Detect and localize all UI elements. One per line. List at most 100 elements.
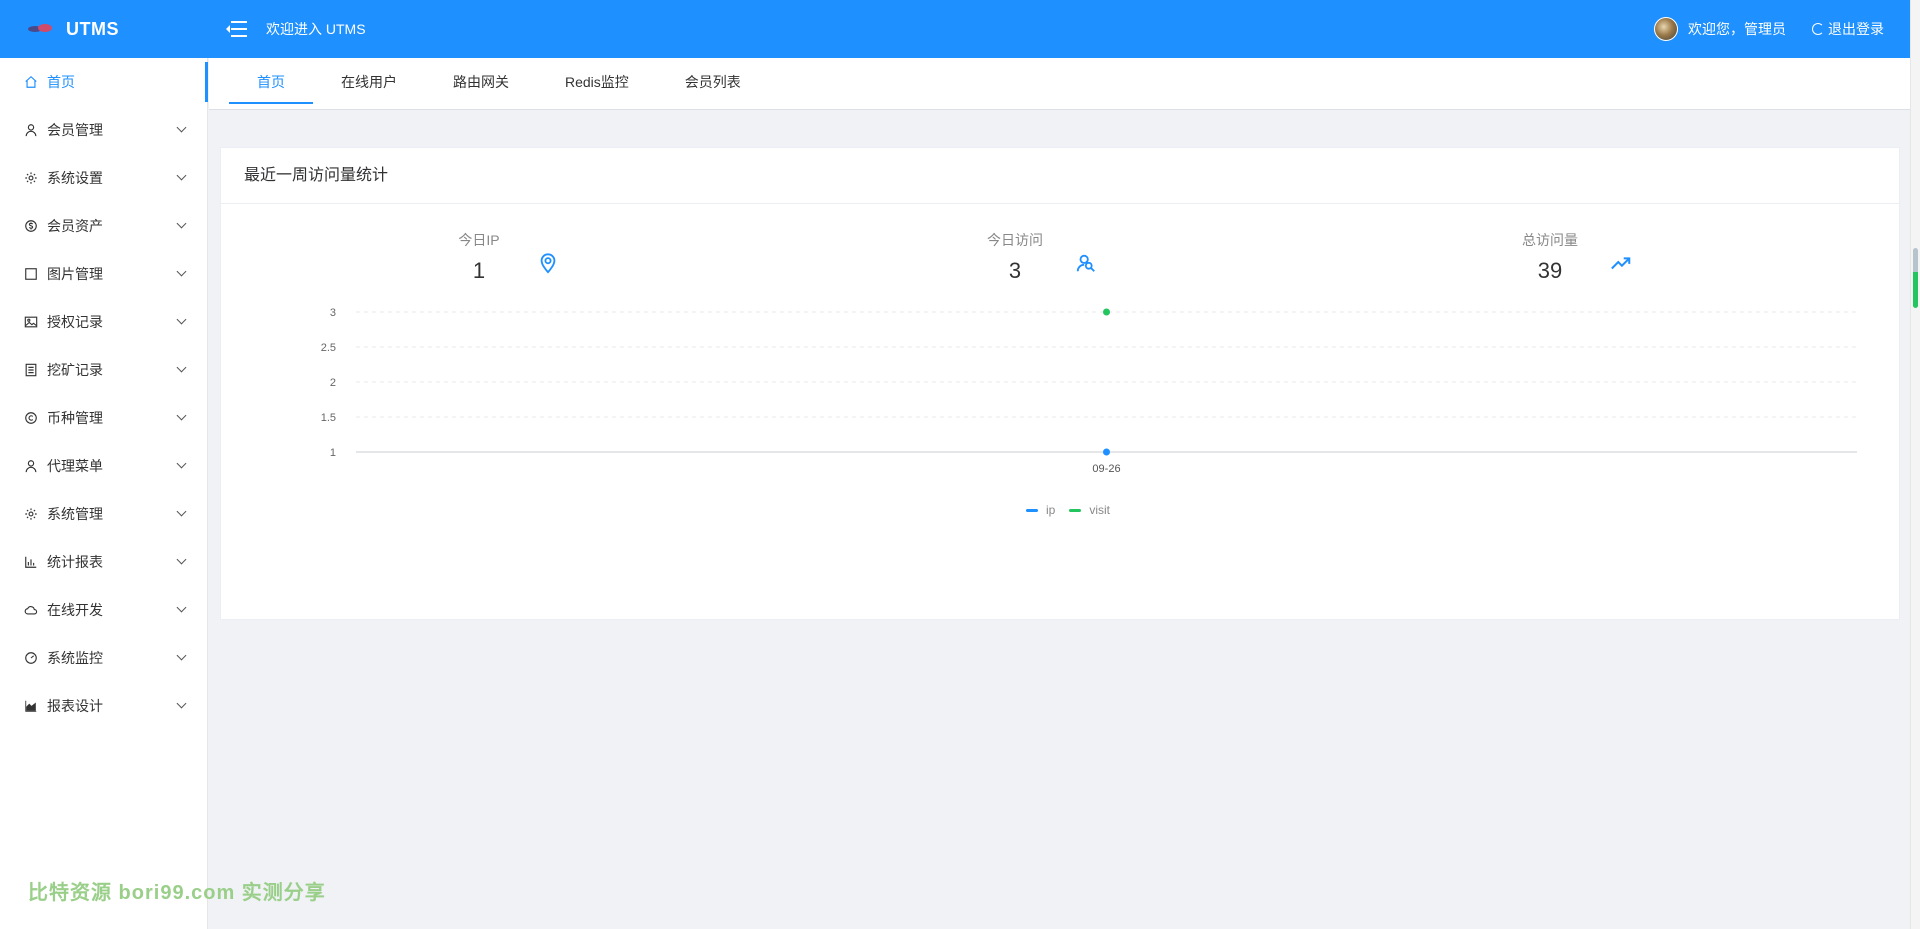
user-icon: [24, 459, 38, 473]
sidebar-item-8[interactable]: 代理菜单: [0, 442, 207, 490]
legend-swatch: [1069, 508, 1082, 512]
logout-label: 退出登录: [1828, 21, 1884, 37]
visit-stats-card: 最近一周访问量统计 今日IP 1 今日访问 3 总访问量 39 1 1.5 2 2.5…: [220, 147, 1900, 620]
sidebar-item-label: 系统监控: [47, 650, 103, 666]
tab-1[interactable]: 在线用户: [313, 58, 425, 110]
sidebar-item-7[interactable]: 币种管理: [0, 394, 207, 442]
sidebar-item-label: 系统设置: [47, 170, 103, 186]
sidebar-item-5[interactable]: 授权记录: [0, 298, 207, 346]
visits-chart: 1 1.5 2 2.5 3 09-26: [321, 308, 1857, 475]
watermark: 比特资源 bori99.com 实测分享: [28, 882, 326, 904]
logo-icon: [28, 24, 52, 34]
tab-4[interactable]: 会员列表: [657, 58, 769, 110]
welcome-banner: 欢迎进入 UTMS: [266, 21, 366, 37]
app-name: UTMS: [66, 18, 119, 39]
square-icon: [24, 267, 38, 281]
top-header: UTMS 欢迎进入 UTMS 欢迎您，管理员 退出登录: [0, 0, 1910, 58]
stat-value: 3: [1008, 258, 1022, 283]
chevron-down-icon: [176, 602, 187, 613]
sidebar-item-3[interactable]: 会员资产: [0, 202, 207, 250]
sidebar-item-6[interactable]: 挖矿记录: [0, 346, 207, 394]
stat-label: 今日访问: [987, 232, 1043, 248]
sidebar-item-label: 会员资产: [47, 218, 103, 234]
tab-bar: 首页 在线用户 路由网关 Redis监控 会员列表: [209, 58, 1910, 110]
y-tick-label: 2: [330, 377, 336, 389]
sidebar-item-9[interactable]: 系统管理: [0, 490, 207, 538]
sidebar-item-1[interactable]: 会员管理: [0, 106, 207, 154]
sidebar-item-label: 代理菜单: [47, 458, 103, 474]
card-title: 最近一周访问量统计: [221, 148, 1899, 204]
trend-up-icon: [1610, 252, 1632, 274]
stat-total-visits: 总访问量 39: [1500, 230, 1700, 284]
sidebar-item-4[interactable]: 图片管理: [0, 250, 207, 298]
sidebar-item-label: 币种管理: [47, 410, 103, 426]
users-icon: [1075, 252, 1097, 274]
legend-item-visit[interactable]: visit: [1069, 503, 1110, 517]
y-tick-label: 3: [330, 308, 336, 319]
chevron-down-icon: [176, 650, 187, 661]
cloud-icon: [24, 603, 38, 617]
sidebar-item-label: 会员管理: [47, 122, 103, 138]
sidebar-item-label: 图片管理: [47, 266, 103, 282]
chevron-down-icon: [176, 266, 187, 277]
app-logo[interactable]: UTMS: [0, 0, 208, 58]
sidebar-item-label: 授权记录: [47, 314, 103, 330]
user-icon: [24, 123, 38, 137]
y-tick-label: 2.5: [321, 342, 336, 354]
sidebar-item-12[interactable]: 系统监控: [0, 634, 207, 682]
data-point-ip: [1103, 448, 1110, 456]
gear-icon: [24, 507, 38, 521]
chevron-down-icon: [176, 458, 187, 469]
logout-button[interactable]: 退出登录: [1812, 19, 1884, 39]
legend-item-ip[interactable]: ip: [1026, 503, 1055, 517]
avatar[interactable]: [1654, 17, 1678, 41]
tab-0[interactable]: 首页: [229, 58, 313, 110]
stat-today-ip: 今日IP 1: [429, 230, 629, 284]
stat-value: 1: [472, 258, 486, 283]
legend-swatch: [1026, 508, 1038, 512]
tab-3[interactable]: Redis监控: [537, 58, 657, 110]
copyright-icon: [24, 411, 38, 425]
bar-chart-icon: [24, 555, 38, 569]
sidebar-item-11[interactable]: 在线开发: [0, 586, 207, 634]
sidebar-item-13[interactable]: 报表设计: [0, 682, 207, 730]
stat-label: 总访问量: [1522, 232, 1578, 248]
x-tick-label: 09-26: [1092, 463, 1120, 475]
sidebar-item-0[interactable]: 首页: [0, 58, 208, 106]
data-point-visit: [1103, 308, 1110, 316]
y-tick-label: 1.5: [321, 412, 336, 424]
legend-label: visit: [1089, 503, 1111, 517]
list-icon: [24, 363, 38, 377]
picture-icon: [24, 315, 38, 329]
stat-label: 今日IP: [458, 232, 500, 248]
coin-icon: [24, 219, 38, 233]
scrollbar-thumb[interactable]: [1913, 248, 1918, 308]
sidebar-item-2[interactable]: 系统设置: [0, 154, 207, 202]
home-icon: [24, 75, 38, 89]
tab-2[interactable]: 路由网关: [425, 58, 537, 110]
sidebar-item-label: 挖矿记录: [47, 362, 103, 378]
chevron-down-icon: [176, 506, 187, 517]
user-greeting[interactable]: 欢迎您，管理员: [1688, 19, 1786, 39]
chevron-down-icon: [176, 698, 187, 709]
location-pin-icon: [537, 252, 559, 274]
chart-legend: ip visit: [1026, 503, 1124, 517]
sidebar-item-label: 在线开发: [47, 602, 103, 618]
chevron-down-icon: [176, 410, 187, 421]
page-scrollbar[interactable]: [1910, 0, 1920, 929]
sidebar-item-label: 统计报表: [47, 554, 103, 570]
legend-label: ip: [1046, 503, 1056, 517]
stat-today-visits: 今日访问 3: [965, 230, 1165, 284]
menu-toggle-icon[interactable]: [226, 19, 248, 39]
chevron-down-icon: [176, 314, 187, 325]
sidebar: 首页会员管理系统设置会员资产图片管理授权记录挖矿记录币种管理代理菜单系统管理统计…: [0, 58, 208, 929]
chevron-down-icon: [176, 170, 187, 181]
sidebar-item-label: 首页: [47, 74, 75, 90]
chevron-down-icon: [176, 122, 187, 133]
sidebar-item-10[interactable]: 统计报表: [0, 538, 207, 586]
stat-value: 39: [1537, 258, 1563, 283]
gauge-icon: [24, 651, 38, 665]
area-chart-icon: [24, 699, 38, 713]
chevron-down-icon: [176, 218, 187, 229]
chevron-down-icon: [176, 554, 187, 565]
